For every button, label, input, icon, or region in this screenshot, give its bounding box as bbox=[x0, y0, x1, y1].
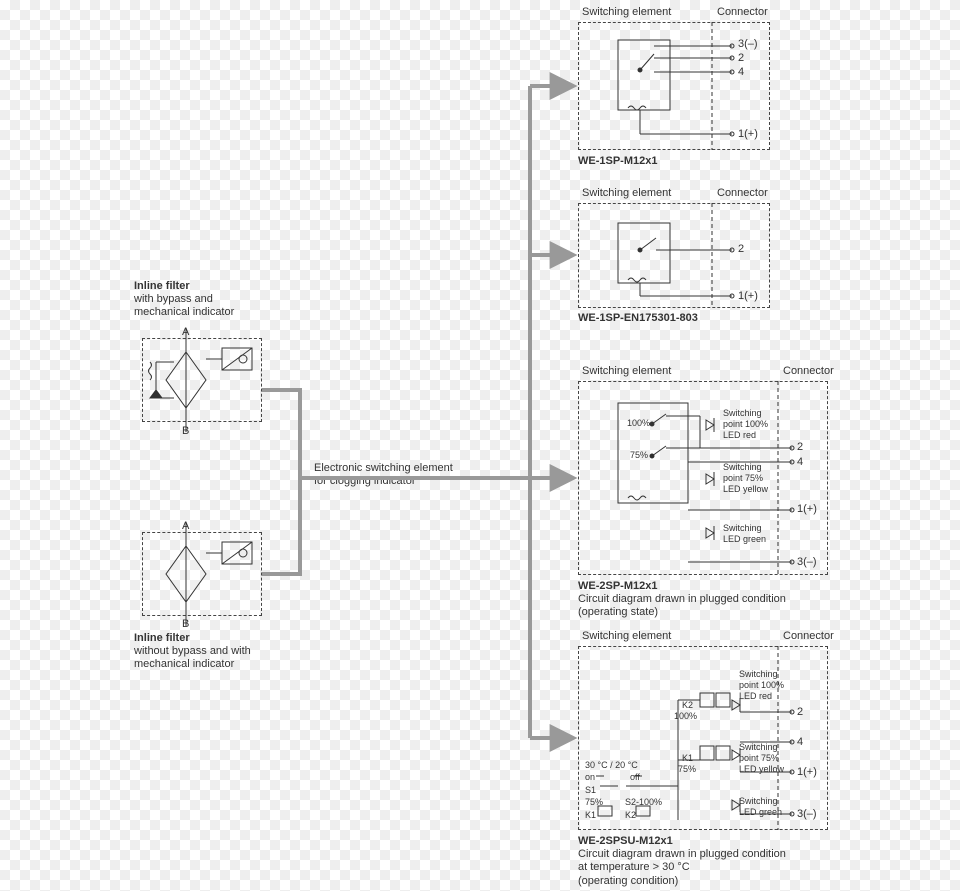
box4-sw100a: Switching bbox=[739, 669, 778, 679]
box4-k2pct: 100% bbox=[674, 711, 697, 722]
box3-part: WE-2SP-M12x1 bbox=[578, 580, 657, 592]
box4-on: on bbox=[585, 772, 595, 783]
box3-sw75: Switching point 75% LED yellow bbox=[723, 462, 768, 494]
box4-sw75c: LED yellow bbox=[739, 764, 784, 774]
box1-pin3: 3(–) bbox=[738, 38, 758, 51]
box4-k2a: K2 bbox=[625, 810, 636, 821]
box3-swga: Switching bbox=[723, 523, 762, 533]
box4-k1a: K1 bbox=[585, 810, 596, 821]
box3-sw100a: Switching bbox=[723, 408, 762, 418]
filter1-port-b: B bbox=[182, 425, 189, 438]
box1-switching-label: Switching element bbox=[582, 6, 671, 19]
box1-pin4: 4 bbox=[738, 66, 744, 79]
center-line2: for clogging indicator bbox=[314, 475, 416, 487]
box3-note1: Circuit diagram drawn in plugged conditi… bbox=[578, 593, 786, 605]
filter1-title: Inline filter with bypass and mechanical… bbox=[134, 280, 234, 320]
box4-s1pct: 75% bbox=[585, 797, 603, 808]
box3-swgb: LED green bbox=[723, 534, 766, 544]
box2-part: WE-1SP-EN175301-803 bbox=[578, 312, 698, 325]
box4-pin2: 2 bbox=[797, 706, 803, 719]
box3-connector-label: Connector bbox=[783, 365, 834, 378]
box4-sw100b: point 100% bbox=[739, 680, 784, 690]
center-text: Electronic switching element for cloggin… bbox=[314, 462, 514, 488]
box3-pin4: 4 bbox=[797, 456, 803, 469]
box3-pin2: 2 bbox=[797, 441, 803, 454]
filter1-line1: with bypass and bbox=[134, 293, 213, 305]
box2-pin1: 1(+) bbox=[738, 290, 758, 303]
box4-s1: S1 bbox=[585, 785, 596, 796]
box3-switching-label: Switching element bbox=[582, 365, 671, 378]
box4-temp: 30 °C / 20 °C bbox=[585, 760, 638, 771]
box4-sw75a: Switching bbox=[739, 742, 778, 752]
box4-pin1: 1(+) bbox=[797, 766, 817, 779]
box4-swgb: LED green bbox=[739, 807, 782, 817]
box4-sw75b: point 75% bbox=[739, 753, 779, 763]
filter2-port-a: A bbox=[182, 520, 189, 533]
box4-sw100: Switching point 100% LED red bbox=[739, 669, 784, 701]
box1-pin1: 1(+) bbox=[738, 128, 758, 141]
box4-sw100c: LED red bbox=[739, 691, 772, 701]
box4-note3: (operating condition) bbox=[578, 875, 678, 887]
box4-swga: Switching bbox=[739, 796, 778, 806]
box3-pin1: 1(+) bbox=[797, 503, 817, 516]
filter2-port-b: B bbox=[182, 618, 189, 631]
box4-s2: S2-100% bbox=[625, 797, 662, 808]
box3-pin3: 3(–) bbox=[797, 556, 817, 569]
filter2-title-text: Inline filter bbox=[134, 632, 190, 644]
box1-part: WE-1SP-M12x1 bbox=[578, 155, 657, 168]
filter2-line1: without bypass and with bbox=[134, 645, 251, 657]
box4-pin3: 3(–) bbox=[797, 808, 817, 821]
box4-connector-label: Connector bbox=[783, 630, 834, 643]
box3-outer bbox=[578, 381, 828, 575]
box4-off: off bbox=[630, 772, 640, 783]
box1-pin2: 2 bbox=[738, 52, 744, 65]
box4-note1: Circuit diagram drawn in plugged conditi… bbox=[578, 848, 786, 860]
box4-sw75: Switching point 75% LED yellow bbox=[739, 742, 784, 774]
box3-sw75b: point 75% bbox=[723, 473, 763, 483]
box3-pct75: 75% bbox=[630, 450, 648, 461]
box4-part: WE-2SPSU-M12x1 bbox=[578, 835, 673, 847]
filter2-line2: mechanical indicator bbox=[134, 658, 234, 670]
box3-sw100b: point 100% bbox=[723, 419, 768, 429]
box3-sw75a: Switching bbox=[723, 462, 762, 472]
box3-note2: (operating state) bbox=[578, 606, 658, 618]
box4-k1pct: 75% bbox=[678, 764, 696, 775]
box3-swg: Switching LED green bbox=[723, 523, 766, 545]
box2-switching-label: Switching element bbox=[582, 187, 671, 200]
box3-pct100: 100% bbox=[627, 418, 650, 429]
box4-part-block: WE-2SPSU-M12x1 Circuit diagram drawn in … bbox=[578, 835, 786, 888]
box4-outer bbox=[578, 646, 828, 830]
box3-sw75c: LED yellow bbox=[723, 484, 768, 494]
box4-switching-label: Switching element bbox=[582, 630, 671, 643]
filter1-box bbox=[142, 338, 262, 422]
box4-k1: K1 bbox=[682, 753, 693, 764]
box2-connector-label: Connector bbox=[717, 187, 768, 200]
filter2-title: Inline filter without bypass and with me… bbox=[134, 632, 251, 672]
box4-k2: K2 bbox=[682, 700, 693, 711]
filter1-port-a: A bbox=[182, 326, 189, 339]
box4-swg: Switching LED green bbox=[739, 796, 782, 818]
filter1-line2: mechanical indicator bbox=[134, 306, 234, 318]
box4-pin4: 4 bbox=[797, 736, 803, 749]
filter2-box bbox=[142, 532, 262, 616]
center-line1: Electronic switching element bbox=[314, 462, 453, 474]
filter1-title-text: Inline filter bbox=[134, 280, 190, 292]
box4-note2: at temperature > 30 °C bbox=[578, 861, 690, 873]
box3-sw100c: LED red bbox=[723, 430, 756, 440]
box1-connector-label: Connector bbox=[717, 6, 768, 19]
box2-pin2: 2 bbox=[738, 243, 744, 256]
box3-sw100: Switching point 100% LED red bbox=[723, 408, 768, 440]
box3-part-block: WE-2SP-M12x1 Circuit diagram drawn in pl… bbox=[578, 580, 786, 620]
